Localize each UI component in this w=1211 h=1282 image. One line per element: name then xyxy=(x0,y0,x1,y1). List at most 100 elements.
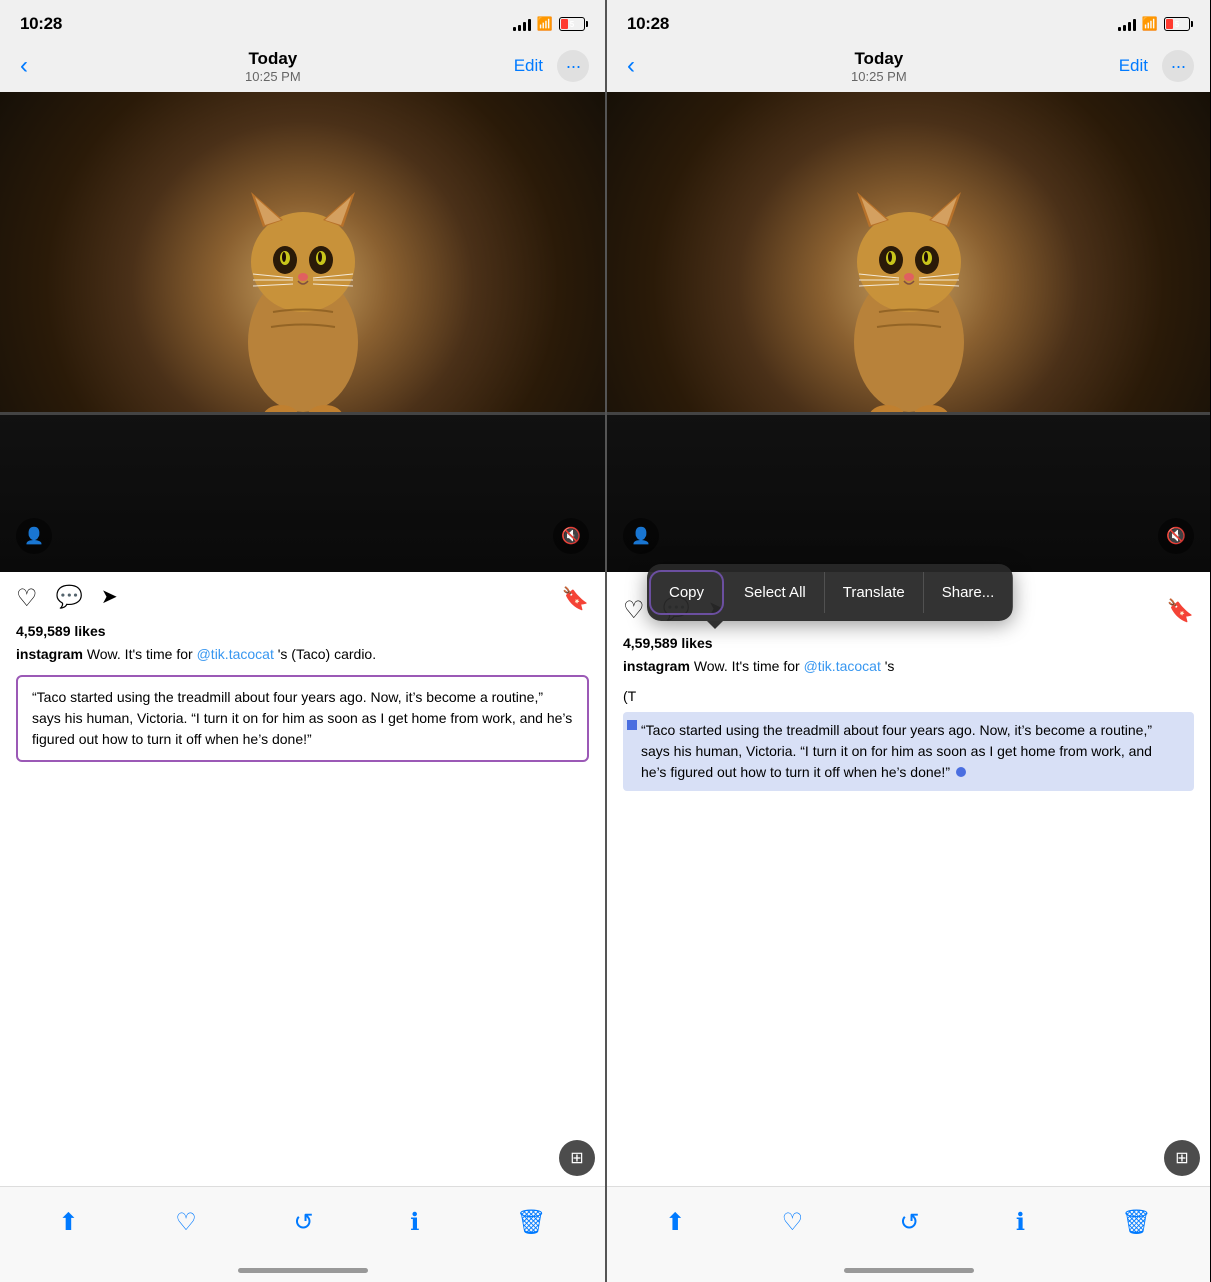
signal-icon-right xyxy=(1118,17,1136,31)
status-time-right: 10:28 xyxy=(627,14,669,34)
treadmill-stripe-right xyxy=(607,412,1210,415)
battery-icon-left: 5 xyxy=(559,17,585,31)
quoted-text-selected-right[interactable]: “Taco started using the treadmill about … xyxy=(623,712,1194,791)
home-bar-left xyxy=(238,1268,368,1273)
nav-title-right: Today xyxy=(851,49,907,69)
toolbar-heart-icon-left: ♡ xyxy=(175,1208,197,1237)
edit-button-right[interactable]: Edit xyxy=(1119,56,1148,76)
more-button-left[interactable]: ··· xyxy=(557,50,589,82)
context-menu-share[interactable]: Share... xyxy=(924,572,1014,613)
signal-bar-2 xyxy=(518,25,521,31)
toolbar-share-left[interactable]: ⬆ xyxy=(46,1200,90,1245)
toolbar-repost-right[interactable]: ↺ xyxy=(887,1200,931,1245)
status-icons-left: 📶 5 xyxy=(513,16,585,32)
user-icon-left: 👤 xyxy=(24,526,44,546)
share-button-left[interactable]: ➤ xyxy=(101,584,118,613)
post-username-left: instagram xyxy=(16,646,83,662)
toolbar-info-right[interactable]: ℹ xyxy=(1004,1200,1037,1245)
right-phone-panel: 10:28 📶 5 ‹ Today 10:25 PM Edit ··· xyxy=(605,0,1210,1282)
likes-count-left: 4,59,589 likes xyxy=(16,623,589,639)
bottom-toolbar-right: ⬆ ♡ ↺ ℹ 🗑 xyxy=(607,1186,1210,1258)
edit-button-left[interactable]: Edit xyxy=(514,56,543,76)
nav-right-right: Edit ··· xyxy=(1119,50,1194,82)
toolbar-info-icon-left: ℹ xyxy=(410,1208,419,1237)
nav-title-group-right: Today 10:25 PM xyxy=(851,49,907,84)
save-button-right[interactable]: 🔖 xyxy=(1167,598,1194,624)
post-caption-text-left: Wow. It's time for xyxy=(87,646,197,662)
toolbar-delete-left[interactable]: 🗑 xyxy=(504,1200,558,1245)
post-caption-partial-right: (T xyxy=(623,688,636,704)
video-area-right[interactable]: 👤 🔇 xyxy=(607,92,1210,572)
quoted-text-content-left: “Taco started using the treadmill about … xyxy=(32,689,572,747)
video-controls-right: 👤 🔇 xyxy=(607,518,1210,554)
back-button-left[interactable]: ‹ xyxy=(16,48,32,84)
toolbar-heart-icon-right: ♡ xyxy=(782,1208,804,1237)
context-menu-select-all[interactable]: Select All xyxy=(726,572,825,613)
signal-bar-1 xyxy=(513,27,516,31)
mute-button-left[interactable]: 🔇 xyxy=(553,518,589,554)
toolbar-info-icon-right: ℹ xyxy=(1016,1208,1025,1237)
quoted-text-left[interactable]: “Taco started using the treadmill about … xyxy=(16,675,589,762)
scan-icon-left: ⊞ xyxy=(570,1148,583,1168)
post-caption-overflow-right: (T xyxy=(623,687,1194,707)
selection-handle-left xyxy=(627,720,637,730)
home-bar-right xyxy=(844,1268,974,1273)
user-icon-right: 👤 xyxy=(631,526,651,546)
quoted-text-content-right: “Taco started using the treadmill about … xyxy=(641,722,1152,780)
signal-bar-r4 xyxy=(1133,19,1136,31)
toolbar-like-left[interactable]: ♡ xyxy=(163,1200,209,1245)
toolbar-trash-icon-right: 🗑 xyxy=(1121,1208,1151,1237)
context-menu-triangle xyxy=(707,621,723,629)
like-button-left[interactable]: ♡ xyxy=(16,584,38,613)
post-actions-left: ♡ 💬 ➤ 🔖 xyxy=(16,584,589,613)
treadmill-stripe-left xyxy=(0,412,605,415)
post-caption-left: instagram Wow. It's time for @tik.tacoca… xyxy=(16,645,589,665)
user-avatar-button-right[interactable]: 👤 xyxy=(623,518,659,554)
nav-bar-right: ‹ Today 10:25 PM Edit ··· xyxy=(607,44,1210,92)
toolbar-share-icon-right: ⬆ xyxy=(665,1208,685,1237)
video-area-left[interactable]: 👤 🔇 xyxy=(0,92,605,572)
scan-button-right[interactable]: ⊞ xyxy=(1164,1140,1200,1176)
nav-title-group-left: Today 10:25 PM xyxy=(245,49,301,84)
toolbar-delete-right[interactable]: 🗑 xyxy=(1109,1200,1163,1245)
more-button-right[interactable]: ··· xyxy=(1162,50,1194,82)
scan-icon-right: ⊞ xyxy=(1175,1148,1188,1168)
left-phone-panel: 10:28 📶 5 ‹ Today 10:25 PM Edit ··· xyxy=(0,0,605,1282)
more-dots-icon-right: ··· xyxy=(1170,57,1185,75)
post-content-left: ♡ 💬 ➤ 🔖 4,59,589 likes instagram Wow. It… xyxy=(0,572,605,1186)
toolbar-repost-left[interactable]: ↺ xyxy=(281,1200,325,1245)
user-avatar-button-left[interactable]: 👤 xyxy=(16,518,52,554)
toolbar-repost-icon-right: ↺ xyxy=(899,1208,919,1237)
video-controls-left: 👤 🔇 xyxy=(0,518,605,554)
back-button-right[interactable]: ‹ xyxy=(623,48,639,84)
signal-bar-4 xyxy=(528,19,531,31)
post-content-right: Copy Select All Translate Share... ♡ 💬 ➤… xyxy=(607,572,1210,1186)
comment-button-left[interactable]: 💬 xyxy=(56,584,83,613)
like-button-right[interactable]: ♡ xyxy=(623,596,645,625)
context-menu-copy[interactable]: Copy xyxy=(649,570,724,615)
status-bar-left: 10:28 📶 5 xyxy=(0,0,605,44)
signal-bar-r3 xyxy=(1128,22,1131,31)
selection-handle-right xyxy=(956,767,966,777)
toolbar-share-icon-left: ⬆ xyxy=(58,1208,78,1237)
mute-button-right[interactable]: 🔇 xyxy=(1158,518,1194,554)
status-icons-right: 📶 5 xyxy=(1118,16,1190,32)
toolbar-share-right[interactable]: ⬆ xyxy=(653,1200,697,1245)
status-time-left: 10:28 xyxy=(20,14,62,34)
toolbar-repost-icon-left: ↺ xyxy=(293,1208,313,1237)
signal-bar-r2 xyxy=(1123,25,1126,31)
save-button-left[interactable]: 🔖 xyxy=(562,586,589,612)
status-bar-right: 10:28 📶 5 xyxy=(607,0,1210,44)
home-indicator-right xyxy=(607,1258,1210,1282)
post-caption-end-left: 's (Taco) cardio. xyxy=(278,646,376,662)
toolbar-info-left[interactable]: ℹ xyxy=(398,1200,431,1245)
toolbar-like-right[interactable]: ♡ xyxy=(770,1200,816,1245)
context-menu-translate[interactable]: Translate xyxy=(825,572,924,613)
post-caption-right: instagram Wow. It's time for @tik.tacoca… xyxy=(623,657,1194,677)
nav-subtitle-left: 10:25 PM xyxy=(245,69,301,84)
nav-bar-left: ‹ Today 10:25 PM Edit ··· xyxy=(0,44,605,92)
signal-bar-3 xyxy=(523,22,526,31)
post-actions-left-group: ♡ 💬 ➤ xyxy=(16,584,118,613)
scan-button-left[interactable]: ⊞ xyxy=(559,1140,595,1176)
mute-icon-left: 🔇 xyxy=(561,526,581,546)
